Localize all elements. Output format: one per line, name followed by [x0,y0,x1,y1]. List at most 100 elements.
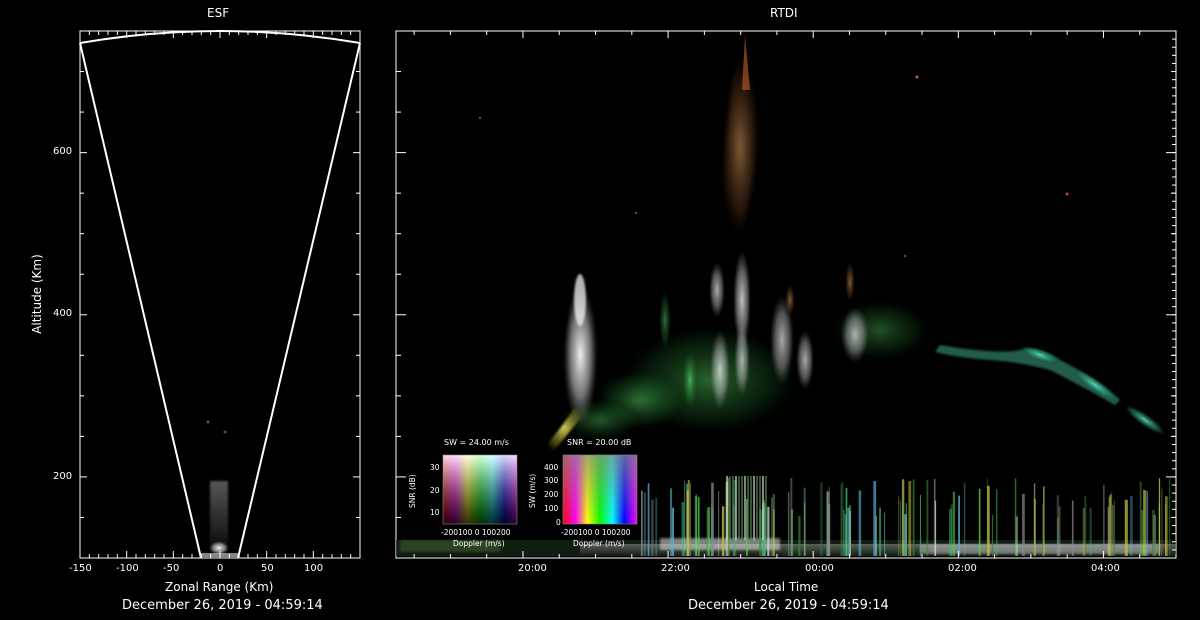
legend-sw-xlabel: Doppler (m/s) [453,539,505,548]
rtdi-streak [952,491,956,556]
rtdi-streak [1071,500,1074,556]
rtdi-streak [697,497,700,556]
rtdi-streak [762,476,764,540]
rtdi-streak [756,476,758,540]
rtdi-streak [912,479,915,556]
esf-frame [79,30,361,559]
esf-xtick: 0 [217,563,224,574]
rtdi-streak [919,494,922,556]
rtdi-streak [1169,478,1171,556]
plot-canvas [79,30,1177,559]
rtdi-streak [958,495,960,556]
rtdi-streak [978,488,981,556]
rtdi-streak [672,507,674,556]
rtdi-streak [1043,486,1045,556]
legend-snr-ytick: 300 [544,476,559,485]
legend-sw-ytick: 30 [430,463,440,472]
rtdi-streak [767,506,770,556]
rtdi-streak [771,497,773,556]
rtdi-streak [721,506,725,556]
rtdi-streak [1112,504,1114,556]
esf-ytick: 400 [53,308,73,319]
rtdi-streak [1139,481,1142,556]
rtdi-streak [718,491,720,556]
rtdi-streak [655,497,658,556]
rtdi-streak [711,482,714,556]
rtdi-streak [902,479,905,556]
rtdi-streak [744,476,746,540]
rtdi-streak [996,489,998,556]
rtdi-streak [1103,484,1105,556]
rtdi-streak [1082,507,1086,556]
rtdi-xtick: 00:00 [805,563,834,574]
esf-date: December 26, 2019 - 04:59:14 [122,598,323,613]
rtdi-streak [689,483,691,556]
rtdi-streak [729,476,731,540]
legend-snr-xlabel: Doppler (m/s) [573,539,625,548]
rtdi-streak [873,481,877,556]
rtdi-streak [963,482,966,556]
legend-sw-ylabel: SNR (dB) [408,474,417,508]
legend-snr-title: SNR = 20.00 dB [567,438,632,447]
rtdi-streak [726,476,728,540]
esf-ylabel: Altitude (Km) [30,254,44,334]
rtdi-xtick: 02:00 [948,563,977,574]
rtdi-streak [1141,510,1144,556]
rtdi-streak [987,485,990,556]
rtdi-streak [647,483,650,556]
rtdi-streak [738,476,740,540]
rtdi-streak [1124,499,1128,556]
rtdi-streak [1110,491,1113,556]
esf-xtick: -100 [116,563,139,574]
esf-ytick: 200 [53,471,73,482]
rtdi-streak [707,507,711,556]
esf-xtick: 100 [304,563,324,574]
esf-ytick: 600 [53,146,73,157]
legend-sw-xticks: -200100 0 100200 [441,528,511,537]
legend-sw-ytick: 10 [430,508,440,517]
rtdi-streak [681,502,685,556]
legend-sw-ytick: 20 [430,486,440,495]
legend-snr-ylabel: SW (m/s) [528,473,537,508]
rtdi-streak [1022,493,1025,556]
rtdi-streak [884,512,886,556]
rtdi-streak [1033,499,1036,556]
rtdi-streak [908,481,912,556]
rtdi-streak [765,476,767,540]
legend-snr-ytick: 0 [556,518,561,527]
rtdi-streak [651,499,654,556]
rtdi-streak [686,490,689,556]
rtdi-streak [926,480,929,556]
rtdi-streak [747,476,749,540]
rtdi-streak [790,478,793,556]
rtdi-streak [643,492,646,556]
esf-xtick: 50 [261,563,274,574]
rtdi-streak [641,490,643,556]
rtdi-streak [753,476,755,540]
rtdi-streak [694,496,698,556]
rtdi-streak [732,476,734,540]
rtdi-streak [858,490,862,556]
rtdi-streak [735,476,737,540]
rtdi-streak [1158,478,1161,556]
rtdi-streak [1165,504,1167,556]
rtdi-streak [1113,500,1116,556]
rtdi-streak [1143,490,1146,556]
rtdi-streak [787,491,790,556]
rtdi-streak [948,508,952,556]
rtdi-streak [1057,517,1059,556]
legend-snr-colorbox [562,454,638,525]
legend-sw-title: SW = 24.00 m/s [444,438,509,447]
rtdi-xtick: 22:00 [661,563,690,574]
rtdi-date: December 26, 2019 - 04:59:14 [688,598,889,613]
rtdi-streak [1107,506,1109,556]
legend-snr-ytick: 100 [544,504,559,513]
legend-snr-xticks: -200100 0 100200 [561,528,631,537]
rtdi-streak [1146,491,1149,556]
rtdi-streak [879,507,881,556]
rtdi-xtick: 20:00 [518,563,547,574]
rtdi-streak [845,488,848,556]
rtdi-streak [905,503,907,556]
rtdi-xlabel: Local Time [754,580,819,594]
rtdi-xtick: 04:00 [1091,563,1120,574]
